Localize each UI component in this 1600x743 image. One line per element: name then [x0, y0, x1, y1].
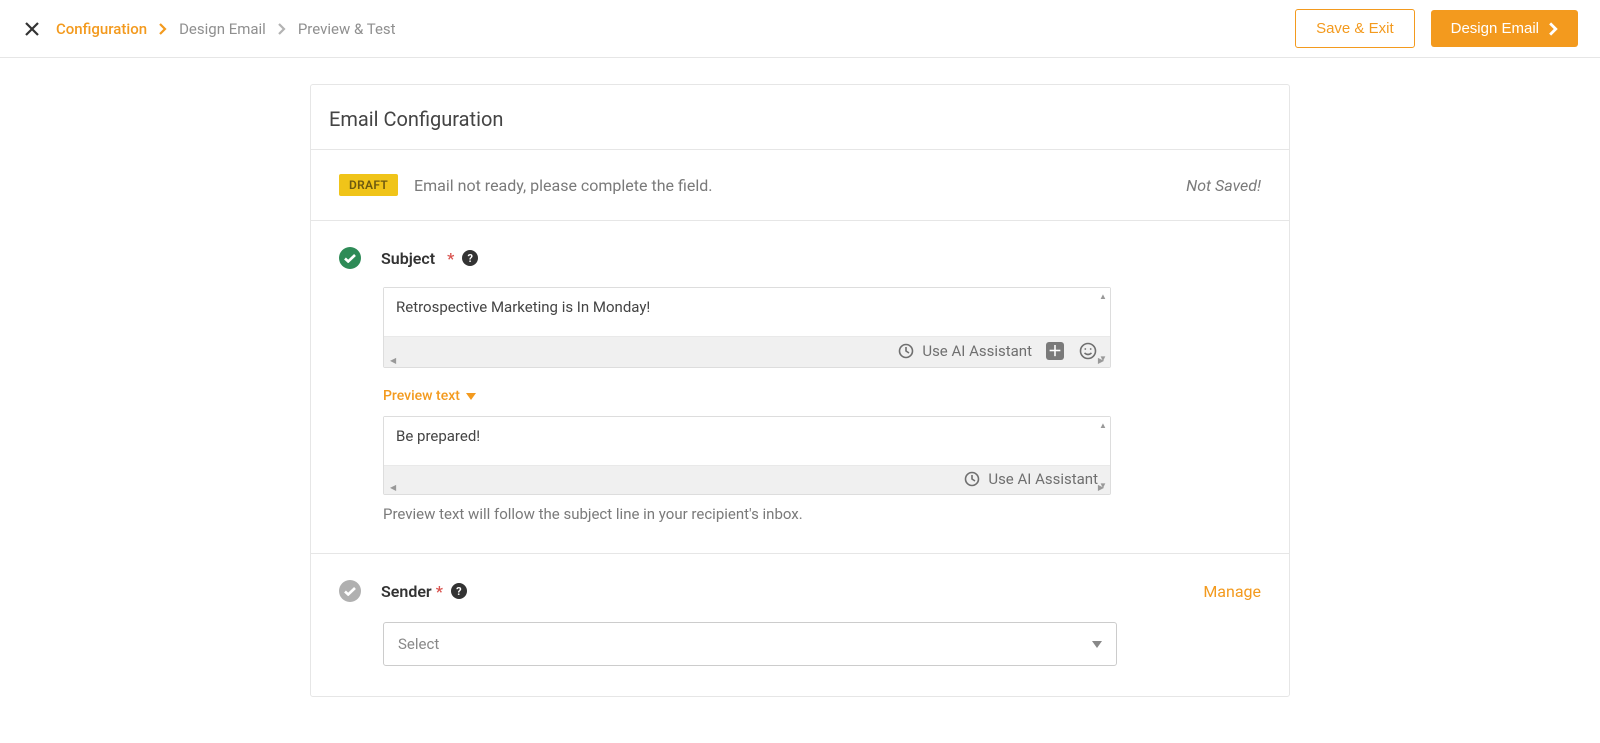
preview-text-field: ◀ Use AI Assistant ▶ ▲▼: [383, 416, 1111, 495]
help-icon[interactable]: ?: [451, 583, 467, 599]
vertical-scroll-icon[interactable]: ▲▼: [1098, 292, 1108, 363]
preview-hint: Preview text will follow the subject lin…: [383, 505, 1261, 523]
design-email-label: Design Email: [1451, 20, 1539, 37]
card-heading: Email Configuration: [311, 85, 1289, 150]
chevron-right-icon: [1549, 22, 1558, 36]
close-icon: [24, 21, 40, 37]
sender-title: Sender* ?: [381, 582, 467, 601]
sender-body: Select: [339, 622, 1261, 666]
preview-text-input[interactable]: [384, 417, 1110, 461]
subject-body: ◀ Use AI Assistant ＋ ▶ ▲▼: [339, 287, 1261, 523]
sender-label: Sender: [381, 582, 432, 601]
saved-state: Not Saved!: [1186, 176, 1261, 195]
sparkle-icon: [964, 471, 980, 487]
status-message: Email not ready, please complete the fie…: [414, 176, 712, 195]
sender-header: Sender* ?: [339, 580, 467, 602]
design-email-button[interactable]: Design Email: [1431, 10, 1578, 47]
status-left: DRAFT Email not ready, please complete t…: [339, 174, 712, 196]
status-row: DRAFT Email not ready, please complete t…: [311, 150, 1289, 221]
subject-input[interactable]: [384, 288, 1110, 332]
insert-variable-button[interactable]: ＋: [1046, 342, 1064, 360]
subject-section: Subject * ? ◀ Use AI Assistant ＋: [311, 221, 1289, 554]
ai-assistant-button[interactable]: Use AI Assistant: [964, 470, 1098, 488]
required-mark: *: [436, 582, 443, 601]
chevron-right-icon: [159, 23, 167, 35]
ai-assistant-label: Use AI Assistant: [922, 342, 1032, 360]
ai-assistant-button[interactable]: Use AI Assistant: [898, 342, 1032, 360]
breadcrumb: Configuration Design Email Preview & Tes…: [56, 20, 396, 38]
subject-toolbar: ◀ Use AI Assistant ＋ ▶: [384, 336, 1110, 367]
topbar-right: Save & Exit Design Email: [1295, 9, 1578, 48]
breadcrumb-step-preview-test[interactable]: Preview & Test: [298, 20, 396, 38]
subject-header: Subject * ?: [339, 247, 1261, 269]
vertical-scroll-icon[interactable]: ▲▼: [1098, 421, 1108, 490]
chevron-right-icon: [278, 23, 286, 35]
status-check-icon: [339, 580, 361, 602]
manage-sender-link[interactable]: Manage: [1203, 582, 1261, 601]
draft-badge: DRAFT: [339, 174, 398, 196]
caret-down-icon: [466, 393, 476, 400]
preview-toolbar: ◀ Use AI Assistant ▶: [384, 465, 1110, 494]
scroll-left-icon[interactable]: ◀: [390, 356, 396, 365]
sender-placeholder: Select: [398, 635, 439, 653]
sender-section: Sender* ? Manage Select: [311, 554, 1289, 696]
ai-assistant-label: Use AI Assistant: [988, 470, 1098, 488]
config-card: Email Configuration DRAFT Email not read…: [310, 84, 1290, 697]
preview-text-toggle[interactable]: Preview text: [383, 388, 1261, 404]
topbar: Configuration Design Email Preview & Tes…: [0, 0, 1600, 58]
topbar-left: Configuration Design Email Preview & Tes…: [22, 19, 396, 39]
caret-down-icon: [1092, 641, 1102, 648]
preview-toggle-label: Preview text: [383, 388, 460, 404]
subject-field: ◀ Use AI Assistant ＋ ▶ ▲▼: [383, 287, 1111, 368]
subject-label: Subject: [381, 249, 435, 268]
sparkle-icon: [898, 343, 914, 359]
close-button[interactable]: [22, 19, 42, 39]
sender-select[interactable]: Select: [383, 622, 1117, 666]
emoji-icon[interactable]: [1078, 341, 1098, 361]
breadcrumb-step-design-email[interactable]: Design Email: [179, 20, 266, 38]
save-exit-button[interactable]: Save & Exit: [1295, 9, 1415, 48]
status-check-icon: [339, 247, 361, 269]
required-mark: *: [447, 249, 454, 268]
scroll-left-icon[interactable]: ◀: [390, 483, 396, 492]
sender-header-row: Sender* ? Manage: [339, 580, 1261, 602]
help-icon[interactable]: ?: [462, 250, 478, 266]
page-body: Email Configuration DRAFT Email not read…: [0, 58, 1600, 737]
subject-title: Subject * ?: [381, 249, 478, 268]
breadcrumb-step-configuration[interactable]: Configuration: [56, 20, 147, 38]
